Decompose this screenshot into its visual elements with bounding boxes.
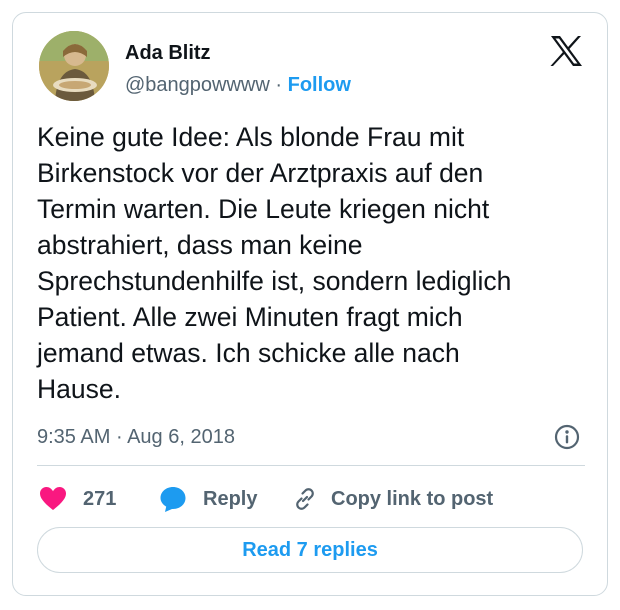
tweet-timestamp[interactable]: 9:35 AM · Aug 6, 2018	[37, 425, 235, 449]
read-replies-button[interactable]: Read 7 replies	[37, 527, 583, 573]
copy-link-button[interactable]: Copy link to post	[291, 483, 493, 515]
reply-label: Reply	[203, 487, 258, 510]
tweet-text-line: Hause.	[37, 374, 121, 404]
info-icon[interactable]	[553, 423, 581, 451]
follow-button[interactable]: Follow	[288, 74, 351, 96]
avatar-image	[39, 31, 109, 101]
tweet-text-line: Sprechstundenhilfe ist, sondern lediglic…	[37, 266, 512, 296]
tweet-card: Ada Blitz @bangpowwww · Follow Keine gut…	[12, 12, 608, 596]
tweet-text-line: abstrahiert, dass man keine	[37, 230, 363, 260]
handle-separator: ·	[275, 74, 283, 96]
divider	[37, 465, 585, 466]
reply-button[interactable]: Reply	[159, 483, 257, 515]
link-icon	[291, 485, 319, 513]
like-button[interactable]: 271	[39, 483, 116, 515]
speech-bubble-icon	[159, 485, 187, 513]
author-name[interactable]: Ada Blitz	[125, 41, 211, 65]
tweet-text-line: Birkenstock vor der Arztpraxis auf den	[37, 158, 484, 188]
x-logo-icon[interactable]	[549, 35, 583, 67]
tweet-date: Aug 6, 2018	[127, 426, 235, 448]
author-handle[interactable]: @bangpowwww	[125, 74, 270, 96]
author-handle-row: @bangpowwww · Follow	[125, 73, 351, 97]
tweet-text: Keine gute Idee: Als blonde Frau mit Bir…	[37, 119, 593, 407]
tweet-text-line: Termin warten. Die Leute kriegen nicht	[37, 194, 490, 224]
tweet-time: 9:35 AM	[37, 426, 111, 448]
meta-separator: ·	[115, 426, 123, 448]
avatar[interactable]	[39, 31, 109, 101]
like-count: 271	[83, 487, 117, 510]
tweet-text-line: jemand etwas. Ich schicke alle nach	[37, 338, 460, 368]
tweet-text-line: Keine gute Idee: Als blonde Frau mit	[37, 122, 465, 152]
heart-icon	[39, 486, 67, 512]
copy-link-label: Copy link to post	[331, 487, 494, 510]
tweet-text-line: Patient. Alle zwei Minuten fragt mich	[37, 302, 463, 332]
